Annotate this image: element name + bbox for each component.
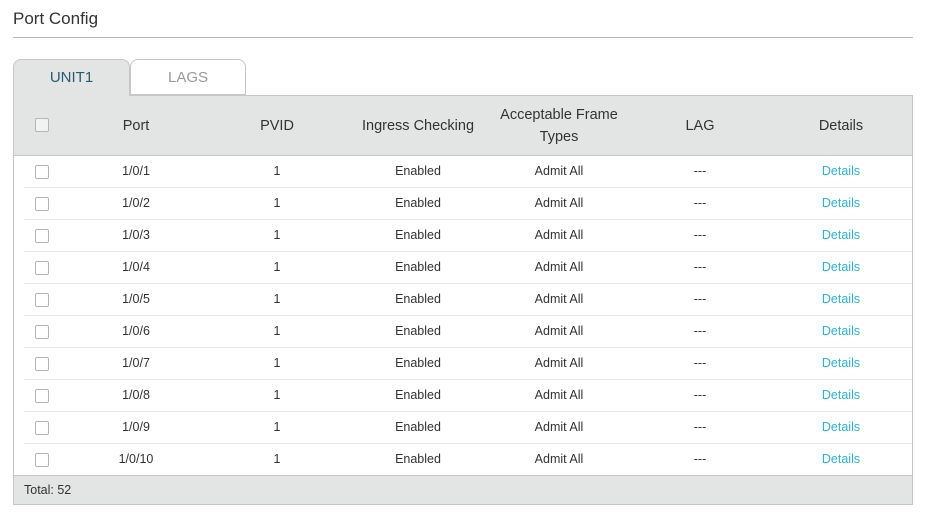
cell-port: 1/0/6 [122, 324, 150, 338]
table-row: 1/0/5 1 Enabled Admit All --- Details [14, 284, 912, 316]
page-title: Port Config [13, 9, 99, 28]
cell-lag: --- [693, 292, 707, 306]
row-checkbox[interactable] [35, 453, 49, 467]
details-link[interactable]: Details [781, 284, 901, 315]
details-link[interactable]: Details [781, 316, 901, 347]
cell-acceptable-frame-types: Admit All [534, 260, 584, 274]
cell-lag: --- [693, 356, 707, 370]
cell-pvid: 1 [273, 324, 281, 338]
cell-lag: --- [693, 196, 707, 210]
table-row: 1/0/6 1 Enabled Admit All --- Details [14, 316, 912, 348]
tab-unit1[interactable]: UNIT1 [13, 59, 130, 96]
cell-ingress-checking: Enabled [395, 196, 441, 210]
row-checkbox[interactable] [35, 325, 49, 339]
column-header-lag[interactable]: LAG [640, 96, 760, 155]
cell-lag: --- [693, 164, 707, 178]
cell-lag: --- [693, 228, 707, 242]
column-header-details: Details [818, 117, 864, 134]
cell-lag: --- [693, 260, 707, 274]
details-link[interactable]: Details [781, 380, 901, 411]
column-header-pvid[interactable]: PVID [217, 96, 337, 155]
cell-ingress-checking: Enabled [395, 324, 441, 338]
cell-ingress-checking: Enabled [395, 420, 441, 434]
cell-port: 1/0/4 [122, 260, 150, 274]
cell-lag: --- [693, 324, 707, 338]
cell-acceptable-frame-types: Admit All [534, 292, 584, 306]
column-header-frame-line2: Types [539, 128, 579, 145]
cell-acceptable-frame-types: Admit All [534, 196, 584, 210]
tab-lags[interactable]: LAGS [130, 59, 246, 95]
row-checkbox[interactable] [35, 165, 49, 179]
details-link[interactable]: Details [781, 188, 901, 219]
cell-lag: --- [693, 420, 707, 434]
cell-pvid: 1 [273, 292, 281, 306]
cell-ingress-checking: Enabled [395, 228, 441, 242]
cell-port: 1/0/9 [122, 420, 150, 434]
cell-acceptable-frame-types: Admit All [534, 420, 584, 434]
column-header-port[interactable]: Port [76, 96, 196, 155]
details-link[interactable]: Details [781, 412, 901, 443]
table-footer: Total: 52 [14, 475, 912, 504]
cell-port: 1/0/3 [122, 228, 150, 242]
title-divider [13, 37, 913, 38]
cell-ingress-checking: Enabled [395, 356, 441, 370]
row-checkbox[interactable] [35, 229, 49, 243]
column-header-acceptable-frame-types[interactable]: Acceptable Frame Types [489, 96, 629, 155]
row-checkbox[interactable] [35, 421, 49, 435]
cell-pvid: 1 [273, 420, 281, 434]
table-row: 1/0/1 1 Enabled Admit All --- Details [14, 156, 912, 188]
cell-lag: --- [693, 452, 707, 466]
table-row: 1/0/3 1 Enabled Admit All --- Details [14, 220, 912, 252]
row-checkbox[interactable] [35, 389, 49, 403]
cell-pvid: 1 [273, 388, 281, 402]
cell-port: 1/0/2 [122, 196, 150, 210]
cell-pvid: 1 [273, 228, 281, 242]
cell-acceptable-frame-types: Admit All [534, 452, 584, 466]
cell-ingress-checking: Enabled [395, 452, 441, 466]
details-link[interactable]: Details [781, 220, 901, 251]
details-link[interactable]: Details [781, 252, 901, 283]
table-header: Port PVID Ingress Checking Acceptable Fr… [14, 96, 912, 156]
cell-pvid: 1 [273, 260, 281, 274]
cell-ingress-checking: Enabled [395, 292, 441, 306]
details-link[interactable]: Details [781, 348, 901, 379]
cell-port: 1/0/1 [122, 164, 150, 178]
cell-pvid: 1 [273, 196, 281, 210]
table-row: 1/0/4 1 Enabled Admit All --- Details [14, 252, 912, 284]
select-all-checkbox[interactable] [35, 118, 49, 132]
table-row: 1/0/8 1 Enabled Admit All --- Details [14, 380, 912, 412]
table-row: 1/0/2 1 Enabled Admit All --- Details [14, 188, 912, 220]
table-row: 1/0/10 1 Enabled Admit All --- Details [14, 444, 912, 476]
cell-ingress-checking: Enabled [395, 164, 441, 178]
cell-ingress-checking: Enabled [395, 388, 441, 402]
cell-ingress-checking: Enabled [395, 260, 441, 274]
cell-acceptable-frame-types: Admit All [534, 324, 584, 338]
row-checkbox[interactable] [35, 357, 49, 371]
cell-pvid: 1 [273, 452, 281, 466]
cell-port: 1/0/10 [118, 452, 154, 466]
cell-port: 1/0/5 [122, 292, 150, 306]
cell-acceptable-frame-types: Admit All [534, 388, 584, 402]
cell-port: 1/0/7 [122, 356, 150, 370]
cell-pvid: 1 [273, 164, 281, 178]
column-header-ingress-checking[interactable]: Ingress Checking [348, 96, 488, 155]
column-header-frame-line1: Acceptable Frame [500, 106, 618, 123]
cell-pvid: 1 [273, 356, 281, 370]
cell-lag: --- [693, 388, 707, 402]
row-checkbox[interactable] [35, 293, 49, 307]
details-link[interactable]: Details [781, 444, 901, 475]
table-row: 1/0/7 1 Enabled Admit All --- Details [14, 348, 912, 380]
cell-acceptable-frame-types: Admit All [534, 164, 584, 178]
cell-port: 1/0/8 [122, 388, 150, 402]
port-config-table: Port PVID Ingress Checking Acceptable Fr… [13, 95, 913, 505]
table-row: 1/0/9 1 Enabled Admit All --- Details [14, 412, 912, 444]
cell-acceptable-frame-types: Admit All [534, 228, 584, 242]
row-checkbox[interactable] [35, 261, 49, 275]
total-count: Total: 52 [24, 483, 72, 497]
details-link[interactable]: Details [781, 156, 901, 187]
cell-acceptable-frame-types: Admit All [534, 356, 584, 370]
row-checkbox[interactable] [35, 197, 49, 211]
